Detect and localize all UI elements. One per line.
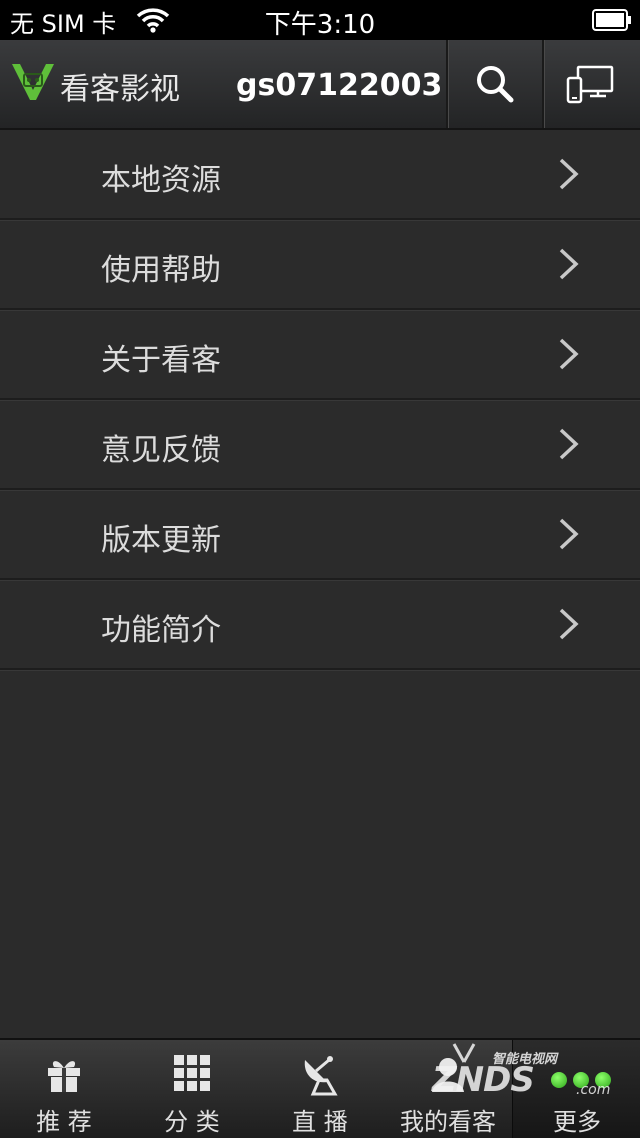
chevron-right-icon	[559, 428, 579, 460]
chevron-right-icon	[559, 608, 579, 640]
menu-item-features[interactable]: 功能简介	[0, 580, 640, 670]
battery-icon	[592, 9, 632, 31]
menu-item-about[interactable]: 关于看客	[0, 310, 640, 400]
settings-menu: 本地资源 使用帮助 关于看客 意见反馈 版本更新 功能简介	[0, 130, 640, 670]
menu-item-help[interactable]: 使用帮助	[0, 220, 640, 310]
screen-cast-icon	[566, 65, 614, 104]
logo-v-icon	[12, 64, 54, 100]
tab-label: 直 播	[292, 1108, 348, 1136]
tab-label: 推 荐	[36, 1108, 92, 1136]
watermark-brand: ZNDS	[432, 1060, 535, 1100]
clock: 下午3:10	[264, 10, 376, 40]
status-bar: 无 SIM 卡 下午3:10	[0, 0, 640, 40]
gift-icon	[48, 1061, 80, 1092]
menu-item-label: 关于看客	[101, 343, 221, 378]
menu-item-label: 意见反馈	[101, 433, 221, 468]
logo-text: 看客影视	[60, 72, 180, 107]
watermark-domain: .com	[576, 1082, 611, 1098]
grid-icon	[174, 1055, 210, 1091]
chevron-right-icon	[559, 158, 579, 190]
tab-recommend[interactable]: 推 荐	[0, 1040, 128, 1138]
tab-label: 我的看客	[400, 1108, 496, 1136]
menu-item-local-resources[interactable]: 本地资源	[0, 130, 640, 220]
satellite-dish-icon	[304, 1056, 338, 1096]
menu-item-feedback[interactable]: 意见反馈	[0, 400, 640, 490]
tab-label: 分 类	[164, 1108, 220, 1136]
chevron-right-icon	[559, 518, 579, 550]
chevron-right-icon	[559, 248, 579, 280]
search-icon	[477, 66, 514, 103]
menu-item-label: 功能简介	[101, 613, 221, 648]
chevron-right-icon	[559, 338, 579, 370]
tab-live[interactable]: 直 播	[256, 1040, 384, 1138]
menu-item-label: 版本更新	[101, 523, 221, 558]
screen-cast-button[interactable]	[544, 40, 638, 128]
app-header: 看客影视 gs07122003	[0, 40, 640, 130]
username-title: gs07122003	[236, 68, 443, 103]
tab-categories[interactable]: 分 类	[128, 1040, 256, 1138]
menu-item-label: 本地资源	[101, 163, 221, 198]
menu-item-label: 使用帮助	[101, 253, 221, 288]
menu-item-version-update[interactable]: 版本更新	[0, 490, 640, 580]
znds-watermark: 智能电视网 ZNDS .com	[426, 1042, 616, 1102]
search-button[interactable]	[448, 40, 542, 128]
tab-label: 更多	[553, 1108, 601, 1136]
